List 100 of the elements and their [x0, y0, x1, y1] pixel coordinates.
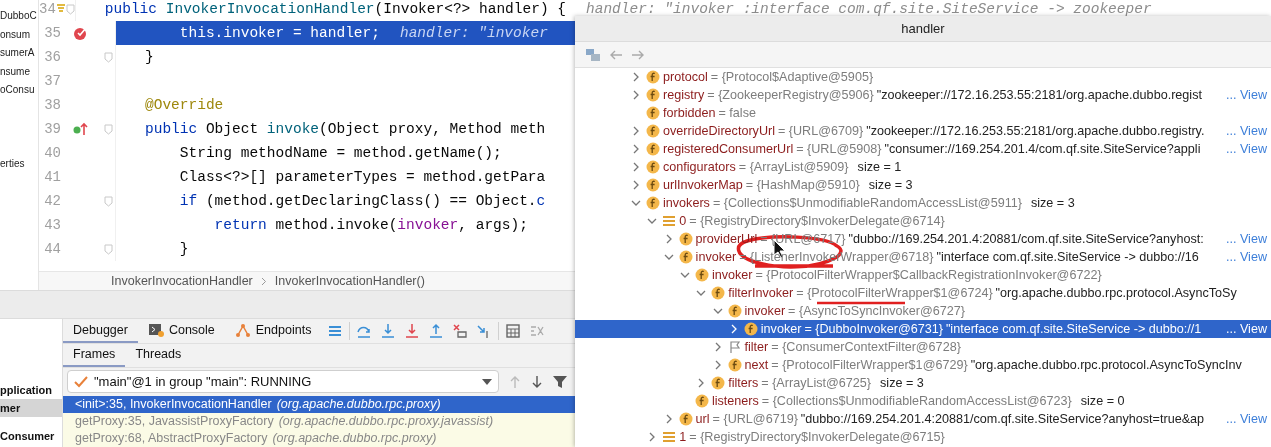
project-tree-item[interactable]: erties — [0, 157, 38, 176]
variable-value: "dubbo://169.254.201.4:20881/com.qf.site.SiteService?anyhost: — [848, 232, 1205, 246]
variable-row[interactable]: next = {ProtocolFilterWrapper$1@6729} "org.apache.dubbo.rpc.protocol.AsyncToSyncInv — [575, 356, 1271, 374]
thread-dropdown[interactable]: "main"@1 in group "main": RUNNING — [67, 370, 499, 394]
project-tree-item[interactable]: onsum — [0, 28, 38, 47]
variable-reference: = {URL@6709} — [777, 124, 864, 138]
variable-row[interactable]: forbidden = false — [575, 104, 1271, 122]
line-number: 37 — [43, 73, 61, 89]
override-icon[interactable] — [73, 122, 89, 136]
variable-name: filterInvoker — [728, 286, 794, 300]
variable-row[interactable]: filterInvoker = {ProtocolFilterWrapper$1@6724} "org.apache.dubbo.rpc.protocol.AsyncToSy — [575, 284, 1271, 302]
variable-name: providerUrl — [695, 232, 758, 246]
variable-value: "dubbo://169.254.201.4:20881/com.qf.site.SiteService?anyhost=true&ap — [800, 412, 1206, 426]
debugger-tab[interactable]: Console — [137, 319, 225, 343]
variable-name: invokers — [663, 196, 710, 210]
variable-reference: = {ArrayList@6725} — [761, 376, 872, 390]
variable-reference: = {RegistryDirectory$InvokerDelegate@6715} — [689, 430, 945, 444]
variable-row[interactable]: protocol = {Protocol$Adaptive@5905} — [575, 68, 1271, 86]
size-label: size = 3 — [880, 376, 924, 390]
variable-row[interactable]: 1 = {RegistryDirectory$InvokerDelegate@6715} — [575, 428, 1271, 446]
variable-value: "interface com.qf.site.SiteService -> dubbo://1 — [945, 322, 1203, 336]
line-number: 35 — [43, 25, 61, 41]
line-number: 42 — [43, 193, 61, 209]
services-tree-item[interactable]: mer — [0, 399, 62, 417]
variable-row[interactable]: filter = {ConsumerContextFilter@6728} — [575, 338, 1271, 356]
variable-reference: = {AsyncToSyncInvoker@6727} — [788, 304, 966, 318]
variable-row[interactable]: urlInvokerMap = {HashMap@5910} size = 3 — [575, 176, 1271, 194]
view-link[interactable]: ... View — [1225, 322, 1267, 336]
dropdown-arrow-icon — [482, 378, 492, 385]
variable-reference: = {ConsumerContextFilter@6728} — [771, 340, 961, 354]
filter-icon[interactable] — [553, 374, 567, 389]
variable-row[interactable]: configurators = {ArrayList@5909} size = 1 — [575, 158, 1271, 176]
line-number: 44 — [43, 241, 61, 257]
line-number: 36 — [43, 49, 61, 65]
services-tree-item[interactable]: Consumer — [0, 427, 62, 445]
variable-reference: = {ArrayList@5909} — [738, 160, 849, 174]
down-arrow-icon[interactable] — [531, 374, 543, 389]
variable-name: overrideDirectoryUrl — [663, 124, 775, 138]
view-link[interactable]: ... View — [1225, 142, 1267, 156]
size-label: size = 3 — [868, 178, 913, 192]
variable-row[interactable]: url = {URL@6719} "dubbo://169.254.201.4:20881/com.qf.site.SiteService?anyhost=true&ap ... View — [575, 410, 1271, 428]
variable-name: invoker — [695, 250, 737, 264]
variable-value: "consumer://169.254.201.4/com.qf.site.SiteService?appli — [884, 142, 1202, 156]
variable-name: protocol — [663, 70, 708, 84]
view-link[interactable]: ... View — [1225, 124, 1267, 138]
variable-row[interactable]: registeredConsumerUrl = {URL@5908} "consumer://169.254.201.4/com.qf.site.SiteService?appli ... View — [575, 140, 1271, 158]
variable-name: invoker — [760, 322, 802, 336]
view-link[interactable]: ... View — [1225, 88, 1267, 102]
variable-reference: = {Protocol$Adaptive@5905} — [710, 70, 874, 84]
variable-row[interactable]: filters = {ArrayList@6725} size = 3 — [575, 374, 1271, 392]
variable-name: url — [695, 412, 710, 426]
variable-row[interactable]: registry = {ZookeeperRegistry@5906} "zookeeper://172.16.253.55:2181/org.apache.dubbo.regist ... View — [575, 86, 1271, 104]
variable-row[interactable]: overrideDirectoryUrl = {URL@6709} "zookeeper://172.16.253.55:2181/org.apache.dubbo.registry. ... View — [575, 122, 1271, 140]
variable-row[interactable]: 0 = {RegistryDirectory$InvokerDelegate@6714} — [575, 212, 1271, 230]
services-tree-item[interactable]: pplication — [0, 381, 62, 399]
line-number: 41 — [43, 169, 61, 185]
breadcrumb[interactable]: InvokerInvocationHandler — [111, 274, 253, 288]
variable-name: filter — [744, 340, 769, 354]
check-icon — [74, 375, 88, 388]
variable-reference: = {URL@5908} — [796, 142, 882, 156]
view-link[interactable]: ... View — [1225, 412, 1267, 426]
variable-row[interactable]: invoker = {ProtocolFilterWrapper$CallbackRegistrationInvoker@6722} — [575, 266, 1271, 284]
project-tree-item[interactable]: oConsu — [0, 84, 38, 103]
code-line: } — [178, 241, 189, 257]
code-line: if (method.getDeclaringClass() == Object.c — [178, 193, 546, 209]
variable-reference: = {URL@6719} — [712, 412, 798, 426]
line-number: 39 — [43, 121, 61, 137]
endpoints-icon — [234, 322, 251, 337]
view-link[interactable]: ... View — [1225, 232, 1267, 246]
variable-name: invoker — [744, 304, 786, 318]
debugger-tab[interactable]: Debugger — [63, 319, 138, 343]
code-line: public Object invoke(Object proxy, Method meth — [145, 121, 546, 137]
breakpoint-icon[interactable] — [73, 25, 89, 41]
code-line: return method.invoke(invoker, args); — [213, 217, 528, 233]
code-line: } — [145, 49, 154, 65]
variable-row[interactable]: invokers = {Collections$UnmodifiableRandomAccessList@5911} size = 3 — [575, 194, 1271, 212]
variable-name: 1 — [679, 430, 687, 444]
variable-name: forbidden — [663, 106, 716, 120]
variable-reference: = {Collections$UnmodifiableRandomAccessList@5911} — [712, 196, 1022, 210]
code-line: Class<?>[] parameterTypes = method.getPara — [178, 169, 546, 185]
frames-tab[interactable]: Threads — [125, 343, 192, 368]
debugger-tab[interactable]: Endpoints — [224, 319, 322, 343]
view-link[interactable]: ... View — [1225, 250, 1267, 264]
breadcrumb[interactable]: InvokerInvocationHandler() — [274, 274, 425, 288]
console-icon — [147, 322, 164, 337]
variable-name: registry — [663, 88, 705, 102]
variable-row[interactable]: invoker = {AsyncToSyncInvoker@6727} — [575, 302, 1271, 320]
variable-reference: = {Collections$UnmodifiableRandomAccessList@6723} — [761, 394, 1072, 408]
variable-reference: = {HashMap@5910} — [745, 178, 860, 192]
variable-row[interactable]: listeners = {Collections$UnmodifiableRandomAccessList@6723} size = 0 — [575, 392, 1271, 410]
code-line: String methodName = method.getName(); — [178, 145, 502, 161]
project-tree-item[interactable]: nsume — [0, 65, 38, 84]
project-tree-item[interactable]: DubboC — [0, 10, 38, 29]
variable-row[interactable]: invoker = {DubboInvoker@6731} "interface com.qf.site.SiteService -> dubbo://1 ... View — [575, 320, 1271, 338]
size-label: size = 1 — [857, 160, 902, 174]
variable-reference: = {ZookeeperRegistry@5906} — [707, 88, 874, 102]
variable-name: configurators — [663, 160, 736, 174]
variable-name: 0 — [679, 214, 687, 228]
variable-reference: = {DubboInvoker@6731} — [804, 322, 943, 336]
project-tree-item[interactable]: sumerA — [0, 47, 38, 66]
